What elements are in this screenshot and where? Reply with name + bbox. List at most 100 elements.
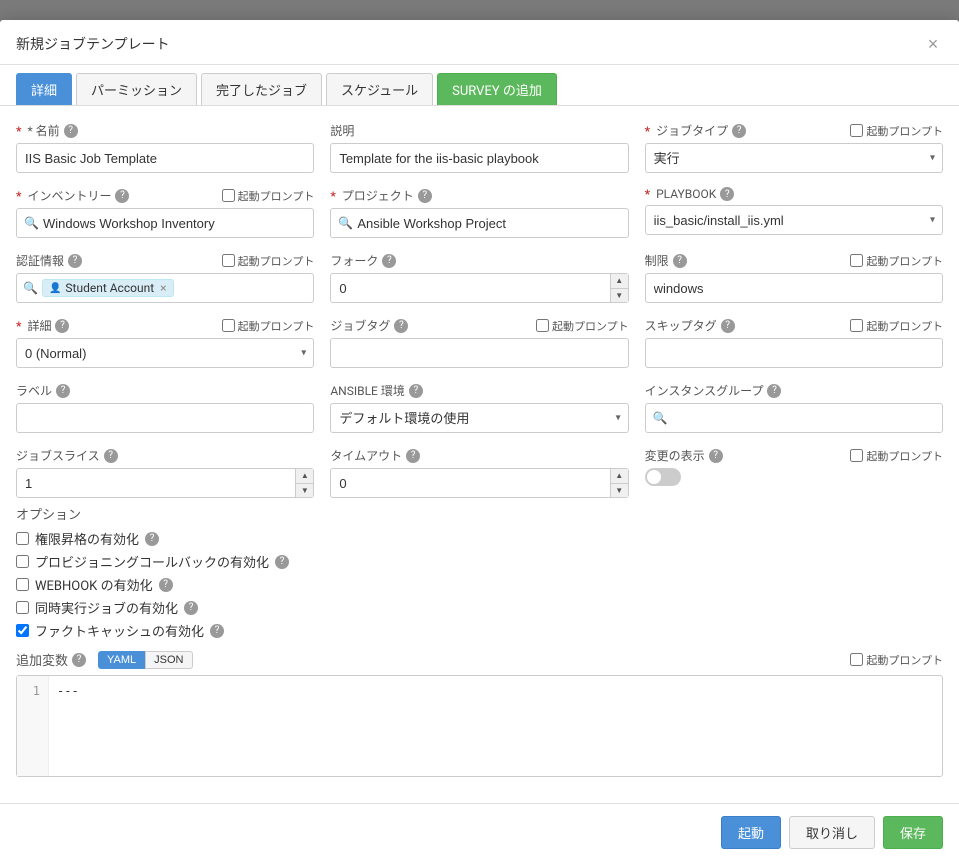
job-tags-input[interactable] [330, 338, 628, 368]
labels-help-icon[interactable]: ? [56, 384, 70, 398]
name-field-group: * * 名前 ? [16, 122, 314, 173]
playbook-field-group: * PLAYBOOK ? iis_basic/install_iis.yml ▾ [645, 187, 943, 238]
ansible-env-help-icon[interactable]: ? [409, 384, 423, 398]
project-label: * プロジェクト ? [330, 187, 431, 204]
credentials-tag-remove[interactable]: × [160, 281, 166, 295]
webhook-help-icon[interactable]: ? [159, 578, 173, 592]
credentials-label: 認証情報 ? [16, 252, 82, 269]
job-tags-launch-checkbox[interactable] [536, 319, 549, 332]
job-type-launch-checkbox[interactable] [850, 124, 863, 137]
extra-vars-launch-checkbox[interactable] [850, 653, 863, 666]
job-tags-help-icon[interactable]: ? [394, 319, 408, 333]
concurrent-jobs-help-icon[interactable]: ? [184, 601, 198, 615]
verbosity-launch-prompt: 起動プロンプト [222, 318, 315, 334]
fact-cache-checkbox[interactable] [16, 624, 29, 637]
extra-vars-label: 追加変数 [16, 650, 68, 669]
fork-help-icon[interactable]: ? [382, 254, 396, 268]
playbook-select[interactable]: iis_basic/install_iis.yml [645, 205, 943, 235]
instance-groups-input[interactable] [645, 403, 943, 433]
privilege-escalation-help-icon[interactable]: ? [145, 532, 159, 546]
concurrent-jobs-checkbox[interactable] [16, 601, 29, 614]
form-grid: * * 名前 ? 説明 [16, 122, 943, 498]
job-type-select[interactable]: 実行 チェック [645, 143, 943, 173]
tab-survey[interactable]: SURVEY の追加 [437, 73, 557, 105]
tab-permissions[interactable]: パーミッション [76, 73, 197, 105]
modal-footer: 起動 取り消し 保存 [0, 803, 959, 861]
job-type-help-icon[interactable]: ? [732, 124, 746, 138]
launch-button[interactable]: 起動 [721, 816, 781, 849]
option-provisioning-callback: プロビジョニングコールバックの有効化 ? [16, 552, 943, 571]
show-changes-help-icon[interactable]: ? [709, 449, 723, 463]
inventory-input[interactable] [16, 208, 314, 238]
verbosity-select[interactable]: 0 (Normal) 1 (Verbose) 2 (More Verbose) … [16, 338, 314, 368]
skip-tags-launch-checkbox[interactable] [850, 319, 863, 332]
extra-vars-label-area: 追加変数 ? YAML JSON [16, 650, 193, 669]
credentials-tag-input[interactable]: 🔍 👤 Student Account × [16, 273, 314, 303]
code-content[interactable]: --- [49, 676, 942, 776]
modal-close-button[interactable]: × [923, 34, 943, 54]
job-slicing-help-icon[interactable]: ? [104, 449, 118, 463]
name-input[interactable] [16, 143, 314, 173]
ansible-env-label: ANSIBLE 環境 ? [330, 382, 423, 399]
verbosity-launch-checkbox[interactable] [222, 319, 235, 332]
option-concurrent-jobs: 同時実行ジョブの有効化 ? [16, 598, 943, 617]
tab-completed-jobs[interactable]: 完了したジョブ [201, 73, 322, 105]
description-input[interactable] [330, 143, 628, 173]
tab-schedule[interactable]: スケジュール [326, 73, 433, 105]
webhook-checkbox[interactable] [16, 578, 29, 591]
privilege-escalation-checkbox[interactable] [16, 532, 29, 545]
fork-decrement-button[interactable]: ▼ [610, 289, 628, 303]
fork-increment-button[interactable]: ▲ [610, 274, 628, 289]
verbosity-help-icon[interactable]: ? [55, 319, 69, 333]
credentials-field-group: 認証情報 ? 起動プロンプト 🔍 👤 Student Account [16, 252, 314, 303]
inventory-launch-prompt: 起動プロンプト [222, 188, 315, 204]
timeout-help-icon[interactable]: ? [406, 449, 420, 463]
timeout-input[interactable] [330, 468, 628, 498]
extra-vars-editor[interactable]: 1 --- [16, 675, 943, 777]
ansible-env-select[interactable]: デフォルト環境の使用 [330, 403, 628, 433]
show-changes-launch-checkbox[interactable] [850, 449, 863, 462]
show-changes-label: 変更の表示 ? [645, 447, 723, 464]
name-help-icon[interactable]: ? [64, 124, 78, 138]
description-label: 説明 [330, 122, 354, 139]
labels-input[interactable] [16, 403, 314, 433]
yaml-button[interactable]: YAML [98, 651, 145, 669]
playbook-help-icon[interactable]: ? [720, 187, 734, 201]
provisioning-callback-help-icon[interactable]: ? [275, 555, 289, 569]
project-input[interactable] [330, 208, 628, 238]
show-changes-toggle[interactable] [645, 468, 681, 486]
timeout-increment-button[interactable]: ▲ [610, 469, 628, 484]
inventory-launch-checkbox[interactable] [222, 189, 235, 202]
save-button[interactable]: 保存 [883, 816, 943, 849]
tab-details[interactable]: 詳細 [16, 73, 72, 105]
json-button[interactable]: JSON [145, 651, 192, 669]
inventory-help-icon[interactable]: ? [115, 189, 129, 203]
extra-vars-help-icon[interactable]: ? [72, 653, 86, 667]
credentials-launch-checkbox[interactable] [222, 254, 235, 267]
show-changes-launch-prompt: 起動プロンプト [850, 448, 943, 464]
fact-cache-help-icon[interactable]: ? [210, 624, 224, 638]
fork-input[interactable] [330, 273, 628, 303]
extra-vars-header: 追加変数 ? YAML JSON 起動プロンプト [16, 650, 943, 669]
skip-tags-input[interactable] [645, 338, 943, 368]
job-tags-label: ジョブタグ ? [330, 317, 408, 334]
timeout-field-group: タイムアウト ? ▲ ▼ [330, 447, 628, 498]
timeout-decrement-button[interactable]: ▼ [610, 484, 628, 498]
project-help-icon[interactable]: ? [418, 189, 432, 203]
limit-help-icon[interactable]: ? [673, 254, 687, 268]
job-slicing-decrement-button[interactable]: ▼ [295, 484, 313, 498]
credentials-search-icon: 🔍 [23, 281, 38, 295]
cancel-button[interactable]: 取り消し [789, 816, 875, 849]
limit-input[interactable] [645, 273, 943, 303]
instance-groups-help-icon[interactable]: ? [767, 384, 781, 398]
skip-tags-help-icon[interactable]: ? [721, 319, 735, 333]
limit-launch-checkbox[interactable] [850, 254, 863, 267]
modal-dialog: 新規ジョブテンプレート × 詳細 パーミッション 完了したジョブ スケジュール … [0, 20, 959, 863]
credentials-tag: 👤 Student Account × [42, 279, 174, 297]
provisioning-callback-checkbox[interactable] [16, 555, 29, 568]
job-slicing-input[interactable] [16, 468, 314, 498]
job-type-field-group: * ジョブタイプ ? 起動プロンプト 実行 チェック [645, 122, 943, 173]
timeout-spinner-buttons: ▲ ▼ [610, 469, 628, 497]
credentials-help-icon[interactable]: ? [68, 254, 82, 268]
job-slicing-increment-button[interactable]: ▲ [295, 469, 313, 484]
